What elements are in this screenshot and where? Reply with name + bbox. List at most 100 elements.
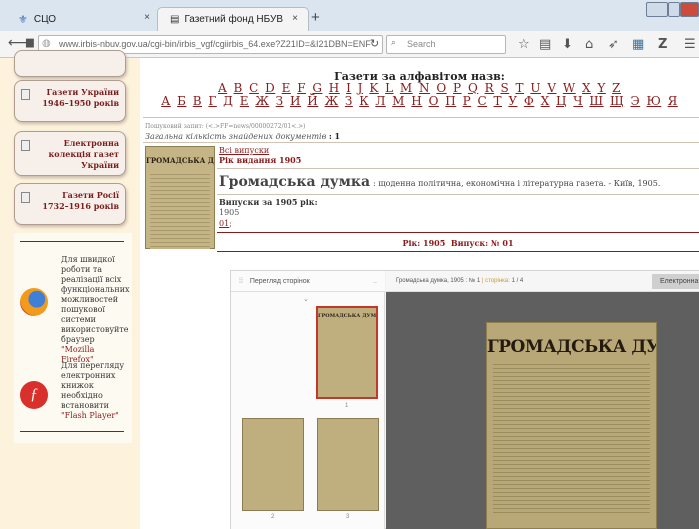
bookmark-star-icon[interactable]: ☆ xyxy=(518,37,530,52)
close-window-button[interactable] xyxy=(680,2,699,17)
latin-letter-link[interactable]: H xyxy=(329,81,340,95)
latin-letter-link[interactable]: Y xyxy=(597,81,605,95)
close-tab-icon[interactable]: × xyxy=(144,12,150,23)
all-issues-link[interactable]: Всі випуски xyxy=(219,146,269,155)
cyrillic-letter-link[interactable]: Ц xyxy=(556,94,567,108)
maximize-button[interactable] xyxy=(668,2,680,17)
cyrillic-letters-row: А Б В Г Д Е Ж З И Й Ж З К Л М Н О П Р С … xyxy=(140,95,699,108)
page-thumbnail[interactable]: ГРОМАДСЬКА ДУМКА xyxy=(316,306,378,399)
flash-player-link[interactable]: "Flash Player" xyxy=(61,411,119,420)
total-found-label: Загальна кількість знайдених документів xyxy=(145,132,327,141)
latin-letter-link[interactable]: D xyxy=(265,81,275,95)
latin-letter-link[interactable]: B xyxy=(234,81,243,95)
issue-link[interactable]: 01 xyxy=(219,219,229,228)
thumbnail-list[interactable]: ⌄ ГРОМАДСЬКА ДУМКА 1 2 3 xyxy=(231,292,385,529)
cyrillic-letter-link[interactable]: О xyxy=(429,94,439,108)
latin-letter-link[interactable]: I xyxy=(346,81,351,95)
sidebar-card-electronic-collection[interactable]: Електронна колекція газет України xyxy=(14,131,126,176)
latin-letter-link[interactable]: G xyxy=(312,81,322,95)
latin-letter-link[interactable]: A xyxy=(218,81,227,95)
cyrillic-letter-link[interactable]: Б xyxy=(177,94,186,108)
cyrillic-letter-link[interactable]: Ю xyxy=(646,94,661,108)
send-icon[interactable]: ➶ xyxy=(608,37,619,52)
cyrillic-letter-link[interactable]: Т xyxy=(493,94,502,108)
minimize-button[interactable] xyxy=(646,2,668,17)
home-folder-icon[interactable]: ▆ xyxy=(26,37,34,48)
download-icon[interactable]: ⬇ xyxy=(562,37,573,52)
latin-letter-link[interactable]: Q xyxy=(468,81,478,95)
latin-letter-link[interactable]: N xyxy=(419,81,430,95)
latin-letter-link[interactable]: Z xyxy=(612,81,621,95)
latin-letter-link[interactable]: S xyxy=(500,81,509,95)
latin-letter-link[interactable]: V xyxy=(547,81,556,95)
cyrillic-letter-link[interactable]: Е xyxy=(240,94,249,108)
cyrillic-letter-link[interactable]: Й xyxy=(307,94,318,108)
cyrillic-letter-link[interactable]: П xyxy=(445,94,456,108)
sidebar-card-label: Електронна колекція газет України xyxy=(48,138,119,170)
latin-letter-link[interactable]: U xyxy=(530,81,541,95)
tab-scho[interactable]: ⚜ СЦО × xyxy=(0,7,160,31)
sidebar-card-top[interactable] xyxy=(14,50,126,77)
latin-letter-link[interactable]: X xyxy=(582,81,591,95)
cyrillic-letter-link[interactable]: Ж xyxy=(255,94,269,108)
latin-letter-link[interactable]: J xyxy=(358,81,363,95)
collapse-chevron-icon[interactable]: ⌄ xyxy=(303,295,309,303)
sidebar-card-ukraine-1946-1950[interactable]: Газети України 1946–1950 років xyxy=(14,80,126,122)
electronic-button[interactable]: Електронна xyxy=(652,274,699,289)
cyrillic-letter-link[interactable]: М xyxy=(392,94,405,108)
latin-letter-link[interactable]: T xyxy=(516,81,525,95)
cyrillic-letter-link[interactable]: Н xyxy=(411,94,422,108)
bookmarks-list-icon[interactable]: ▤ xyxy=(539,37,551,52)
cyrillic-letter-link[interactable]: З xyxy=(276,94,284,108)
latin-letter-link[interactable]: L xyxy=(385,81,393,95)
grip-icon[interactable]: ⁞⁞ xyxy=(239,278,243,285)
cyrillic-letter-link[interactable]: Ф xyxy=(524,94,534,108)
cyrillic-letter-link[interactable]: Ж xyxy=(325,94,339,108)
flash-player-icon[interactable]: ƒ xyxy=(20,381,48,409)
cyrillic-letter-link[interactable]: Щ xyxy=(610,94,624,108)
close-tab-icon[interactable]: × xyxy=(292,13,298,24)
page-thumbnail[interactable] xyxy=(242,418,304,511)
more-icon[interactable]: .. xyxy=(373,271,377,292)
latin-letter-link[interactable]: C xyxy=(249,81,259,95)
cyrillic-letter-link[interactable]: К xyxy=(359,94,369,108)
addon-icon[interactable]: ▦ xyxy=(632,37,644,52)
cyrillic-letter-link[interactable]: В xyxy=(193,94,202,108)
reload-icon[interactable]: ↻ xyxy=(370,37,379,50)
home-icon[interactable]: ⌂ xyxy=(585,37,593,52)
new-tab-button[interactable]: + xyxy=(311,9,320,26)
cyrillic-letter-link[interactable]: Х xyxy=(541,94,550,108)
cyrillic-letter-link[interactable]: У xyxy=(508,94,517,108)
sidebar-card-russia-1732-1916[interactable]: Газети Росії 1732–1916 років xyxy=(14,183,126,225)
latin-letter-link[interactable]: W xyxy=(563,81,576,95)
cyrillic-letter-link[interactable]: Р xyxy=(463,94,472,108)
latin-letter-link[interactable]: P xyxy=(453,81,462,95)
menu-icon[interactable]: ☰ xyxy=(684,37,696,52)
viewer-toolbar: Громадська думка, 1905 : № 1 | сторінка:… xyxy=(386,271,699,292)
latin-letter-link[interactable]: K xyxy=(369,81,378,95)
cyrillic-letter-link[interactable]: И xyxy=(290,94,301,108)
cyrillic-letter-link[interactable]: С xyxy=(477,94,487,108)
page-masthead: ГРОМАДСЬКА ДУМКА xyxy=(487,337,656,357)
cyrillic-letter-link[interactable]: А xyxy=(161,94,171,108)
latin-letter-link[interactable]: E xyxy=(282,81,291,95)
cyrillic-letter-link[interactable]: Л xyxy=(375,94,386,108)
latin-letter-link[interactable]: F xyxy=(297,81,306,95)
latin-letter-link[interactable]: R xyxy=(485,81,495,95)
cyrillic-letter-link[interactable]: Д xyxy=(223,94,233,108)
firefox-icon[interactable] xyxy=(20,288,48,316)
search-input[interactable]: Search xyxy=(386,35,506,54)
zotero-icon[interactable]: Z xyxy=(658,37,667,52)
latin-letter-link[interactable]: M xyxy=(400,81,413,95)
cyrillic-letter-link[interactable]: З xyxy=(345,94,353,108)
cyrillic-letter-link[interactable]: Я xyxy=(668,94,678,108)
cyrillic-letter-link[interactable]: Г xyxy=(208,94,216,108)
cyrillic-letter-link[interactable]: Э xyxy=(630,94,640,108)
cyrillic-letter-link[interactable]: Ч xyxy=(573,94,583,108)
cyrillic-letter-link[interactable]: Ш xyxy=(589,94,603,108)
newspaper-page[interactable]: ГРОМАДСЬКА ДУМКА xyxy=(486,322,657,529)
page-thumbnail[interactable] xyxy=(317,418,379,511)
newspaper-cover-image[interactable]: ГРОМАДСЬКА ДУМКА xyxy=(145,146,215,249)
latin-letter-link[interactable]: O xyxy=(436,81,446,95)
tab-gazetnyi-fond[interactable]: ▤ Газетний фонд НБУВ × xyxy=(157,7,309,31)
